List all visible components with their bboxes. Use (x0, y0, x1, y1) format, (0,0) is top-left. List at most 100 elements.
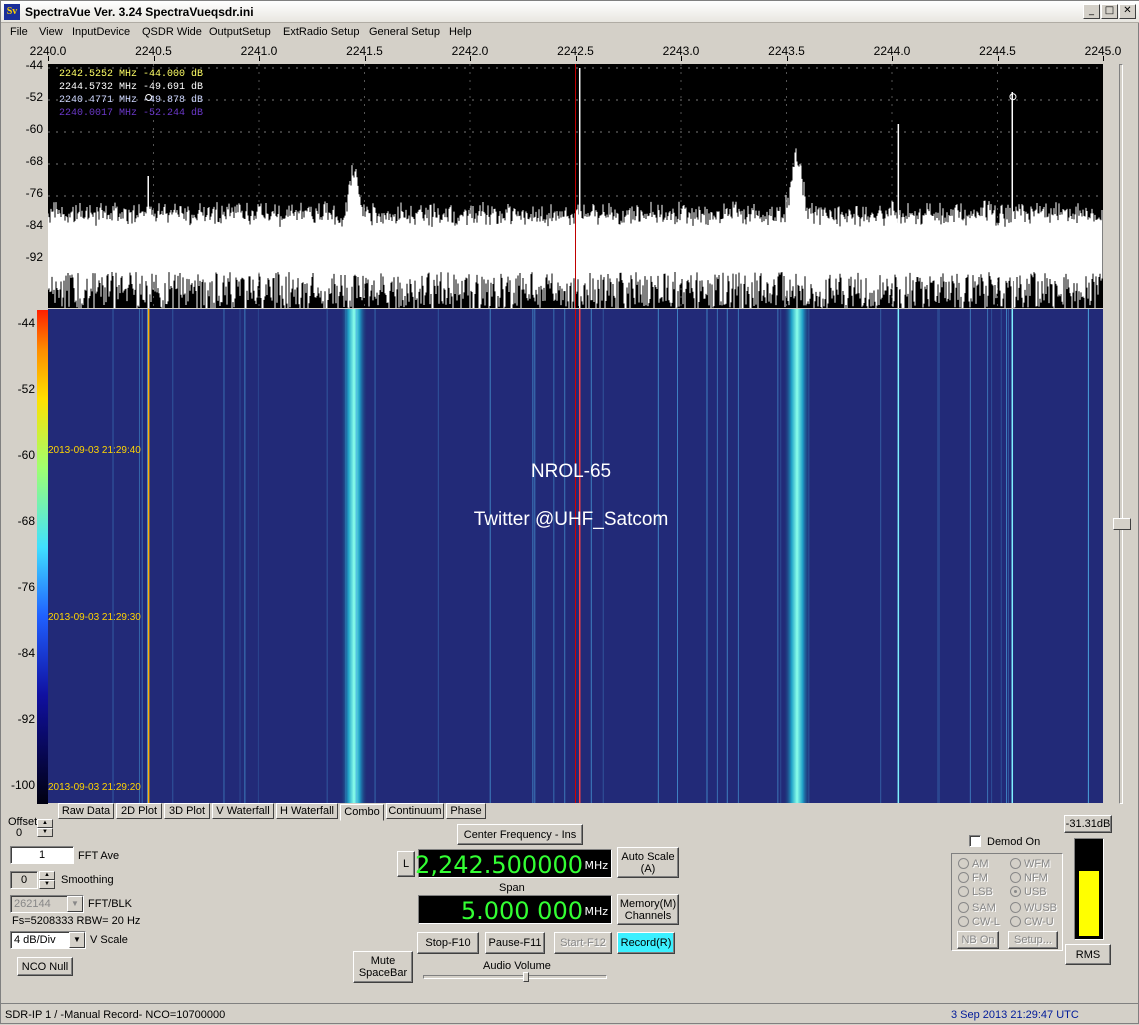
freq-tick-mark (153, 56, 155, 61)
menu-inputdevice[interactable]: InputDevice (72, 26, 130, 38)
tab-phase[interactable]: Phase (446, 803, 486, 819)
rms-button[interactable]: RMS (1065, 944, 1111, 965)
radio-am[interactable]: AM (958, 858, 989, 870)
menu-file[interactable]: File (10, 26, 28, 38)
spectrum-plot[interactable] (48, 64, 1103, 308)
memory-label: Memory(M) (619, 897, 677, 910)
db-tick-label: -76 (25, 186, 43, 200)
menu-help[interactable]: Help (449, 26, 472, 38)
tab-raw-data[interactable]: Raw Data (58, 803, 114, 819)
waterfall-hump-trace (783, 309, 812, 803)
spin-down-icon[interactable]: ▼ (37, 828, 53, 837)
menu-qsdr-wide[interactable]: QSDR Wide (142, 26, 202, 38)
span-label: Span (499, 882, 525, 894)
mute-label: Mute (370, 955, 396, 967)
maximize-icon: □ (1104, 5, 1115, 16)
nco-null-button[interactable]: NCO Null (17, 957, 73, 976)
slider-thumb[interactable] (1113, 518, 1131, 530)
freq-tick-mark (575, 56, 577, 61)
auto-scale-button[interactable]: Auto Scale (A) (617, 847, 679, 878)
waterfall-timestamp-2: 2013-09-03 21:29:30 (48, 612, 141, 623)
l-button[interactable]: L (397, 851, 415, 877)
stop-button[interactable]: Stop-F10 (417, 932, 479, 954)
vscale-dropdown-icon[interactable]: ▼ (69, 932, 85, 948)
menu-view[interactable]: View (39, 26, 63, 38)
waterfall-plot[interactable] (48, 309, 1103, 803)
fs-rbw-info: Fs=5208333 RBW= 20 Hz (12, 915, 141, 927)
window-title: SpectraVue Ver. 3.24 SpectraVueqsdr.ini (25, 5, 254, 19)
offset-spinner[interactable]: ▲ ▼ (37, 819, 53, 837)
db-tick-label: -60 (25, 122, 43, 136)
spin-down-icon[interactable]: ▼ (39, 880, 55, 889)
freq-tick-mark (48, 56, 49, 61)
tab-2d-plot[interactable]: 2D Plot (116, 803, 162, 819)
offset-label: Offset (8, 816, 38, 828)
mute-shortcut: SpaceBar (358, 967, 408, 979)
db-readout: -31.31dB (1064, 815, 1112, 833)
record-button[interactable]: Record(R) (617, 932, 675, 954)
radio-sam[interactable]: SAM (958, 902, 996, 914)
nb-on-button[interactable]: NB On (957, 931, 999, 949)
waterfall-db-tick-label: -76 (17, 580, 35, 594)
tab-v-waterfall[interactable]: V Waterfall (212, 803, 274, 819)
pause-button[interactable]: Pause-F11 (485, 932, 545, 954)
spin-up-icon[interactable]: ▲ (39, 871, 55, 880)
radio-nfm[interactable]: NFM (1010, 872, 1048, 884)
radio-dot-icon (1010, 902, 1021, 913)
audio-volume-slider[interactable] (423, 972, 607, 983)
status-time: 3 Sep 2013 21:29:47 UTC (951, 1009, 1079, 1021)
tab-h-waterfall[interactable]: H Waterfall (276, 803, 338, 819)
smoothing-input[interactable]: 0 (10, 871, 38, 889)
overlay-subtitle: Twitter @UHF_Satcom (473, 509, 669, 530)
freq-tick-mark (681, 56, 682, 61)
center-frequency-button[interactable]: Center Frequency - Ins (457, 824, 583, 845)
spectrum-trace (48, 64, 1103, 308)
status-bar: SDR-IP 1 / -Manual Record- NCO=10700000 … (1, 1003, 1139, 1025)
fft-blk-dropdown-icon[interactable]: ▼ (67, 896, 83, 912)
menu-general-setup[interactable]: General Setup (369, 26, 440, 38)
freq-tick-mark (892, 56, 893, 61)
freq-tick-mark (259, 56, 260, 61)
menu-outputsetup[interactable]: OutputSetup (209, 26, 271, 38)
center-frequency-display[interactable]: 2,242.500000 MHz (415, 849, 612, 879)
setup-button[interactable]: Setup... (1008, 931, 1058, 949)
demod-checkbox[interactable] (969, 835, 981, 847)
overlay-title: NROL-65 (530, 461, 612, 482)
radio-lsb[interactable]: LSB (958, 886, 993, 898)
volume-thumb[interactable] (523, 972, 529, 982)
mute-button[interactable]: Mute SpaceBar (353, 951, 413, 983)
waterfall-image (48, 309, 1103, 803)
radio-fm[interactable]: FM (958, 872, 988, 884)
title-bar[interactable]: Sv SpectraVue Ver. 3.24 SpectraVueqsdr.i… (1, 1, 1139, 23)
waterfall-db-tick-label: -60 (17, 448, 35, 462)
radio-wfm[interactable]: WFM (1010, 858, 1050, 870)
smoothing-spinner[interactable]: ▲ ▼ (39, 871, 55, 889)
freq-tick-mark (470, 56, 471, 61)
db-tick-label: -84 (25, 218, 43, 232)
start-button[interactable]: Start-F12 (554, 932, 612, 954)
radio-cw-u[interactable]: CW-U (1010, 916, 1054, 928)
signal-level-meter (1074, 838, 1104, 940)
marker-readout-4: 2240.0017 MHz -52.244 dB (59, 108, 204, 119)
fft-blk-label: FFT/BLK (88, 898, 133, 910)
tab-combo[interactable]: Combo (340, 804, 384, 821)
smoothing-label: Smoothing (61, 874, 114, 886)
waterfall-db-tick-label: -100 (10, 778, 35, 792)
tab-3d-plot[interactable]: 3D Plot (164, 803, 210, 819)
maximize-button[interactable]: □ (1101, 4, 1118, 19)
span-display[interactable]: 5.000 000 MHz (418, 895, 612, 925)
tab-continuum[interactable]: Continuum (386, 803, 444, 819)
memory-channels-button[interactable]: Memory(M) Channels (617, 894, 679, 925)
fft-ave-input[interactable]: 1 (10, 846, 74, 864)
waterfall-db-tick-label: -68 (17, 514, 35, 528)
radio-dot-icon (1010, 858, 1021, 869)
marker-readout-2: 2244.5732 MHz -49.691 dB (59, 82, 204, 93)
waterfall-contrast-slider[interactable] (1111, 64, 1131, 804)
radio-usb[interactable]: USB (1010, 886, 1047, 898)
minimize-button[interactable]: _ (1083, 4, 1100, 19)
radio-cw-l[interactable]: CW-L (958, 916, 1000, 928)
close-button[interactable]: ✕ (1119, 4, 1136, 19)
spin-up-icon[interactable]: ▲ (37, 819, 53, 828)
radio-wusb[interactable]: WUSB (1010, 902, 1057, 914)
menu-extradio-setup[interactable]: ExtRadio Setup (283, 26, 359, 38)
